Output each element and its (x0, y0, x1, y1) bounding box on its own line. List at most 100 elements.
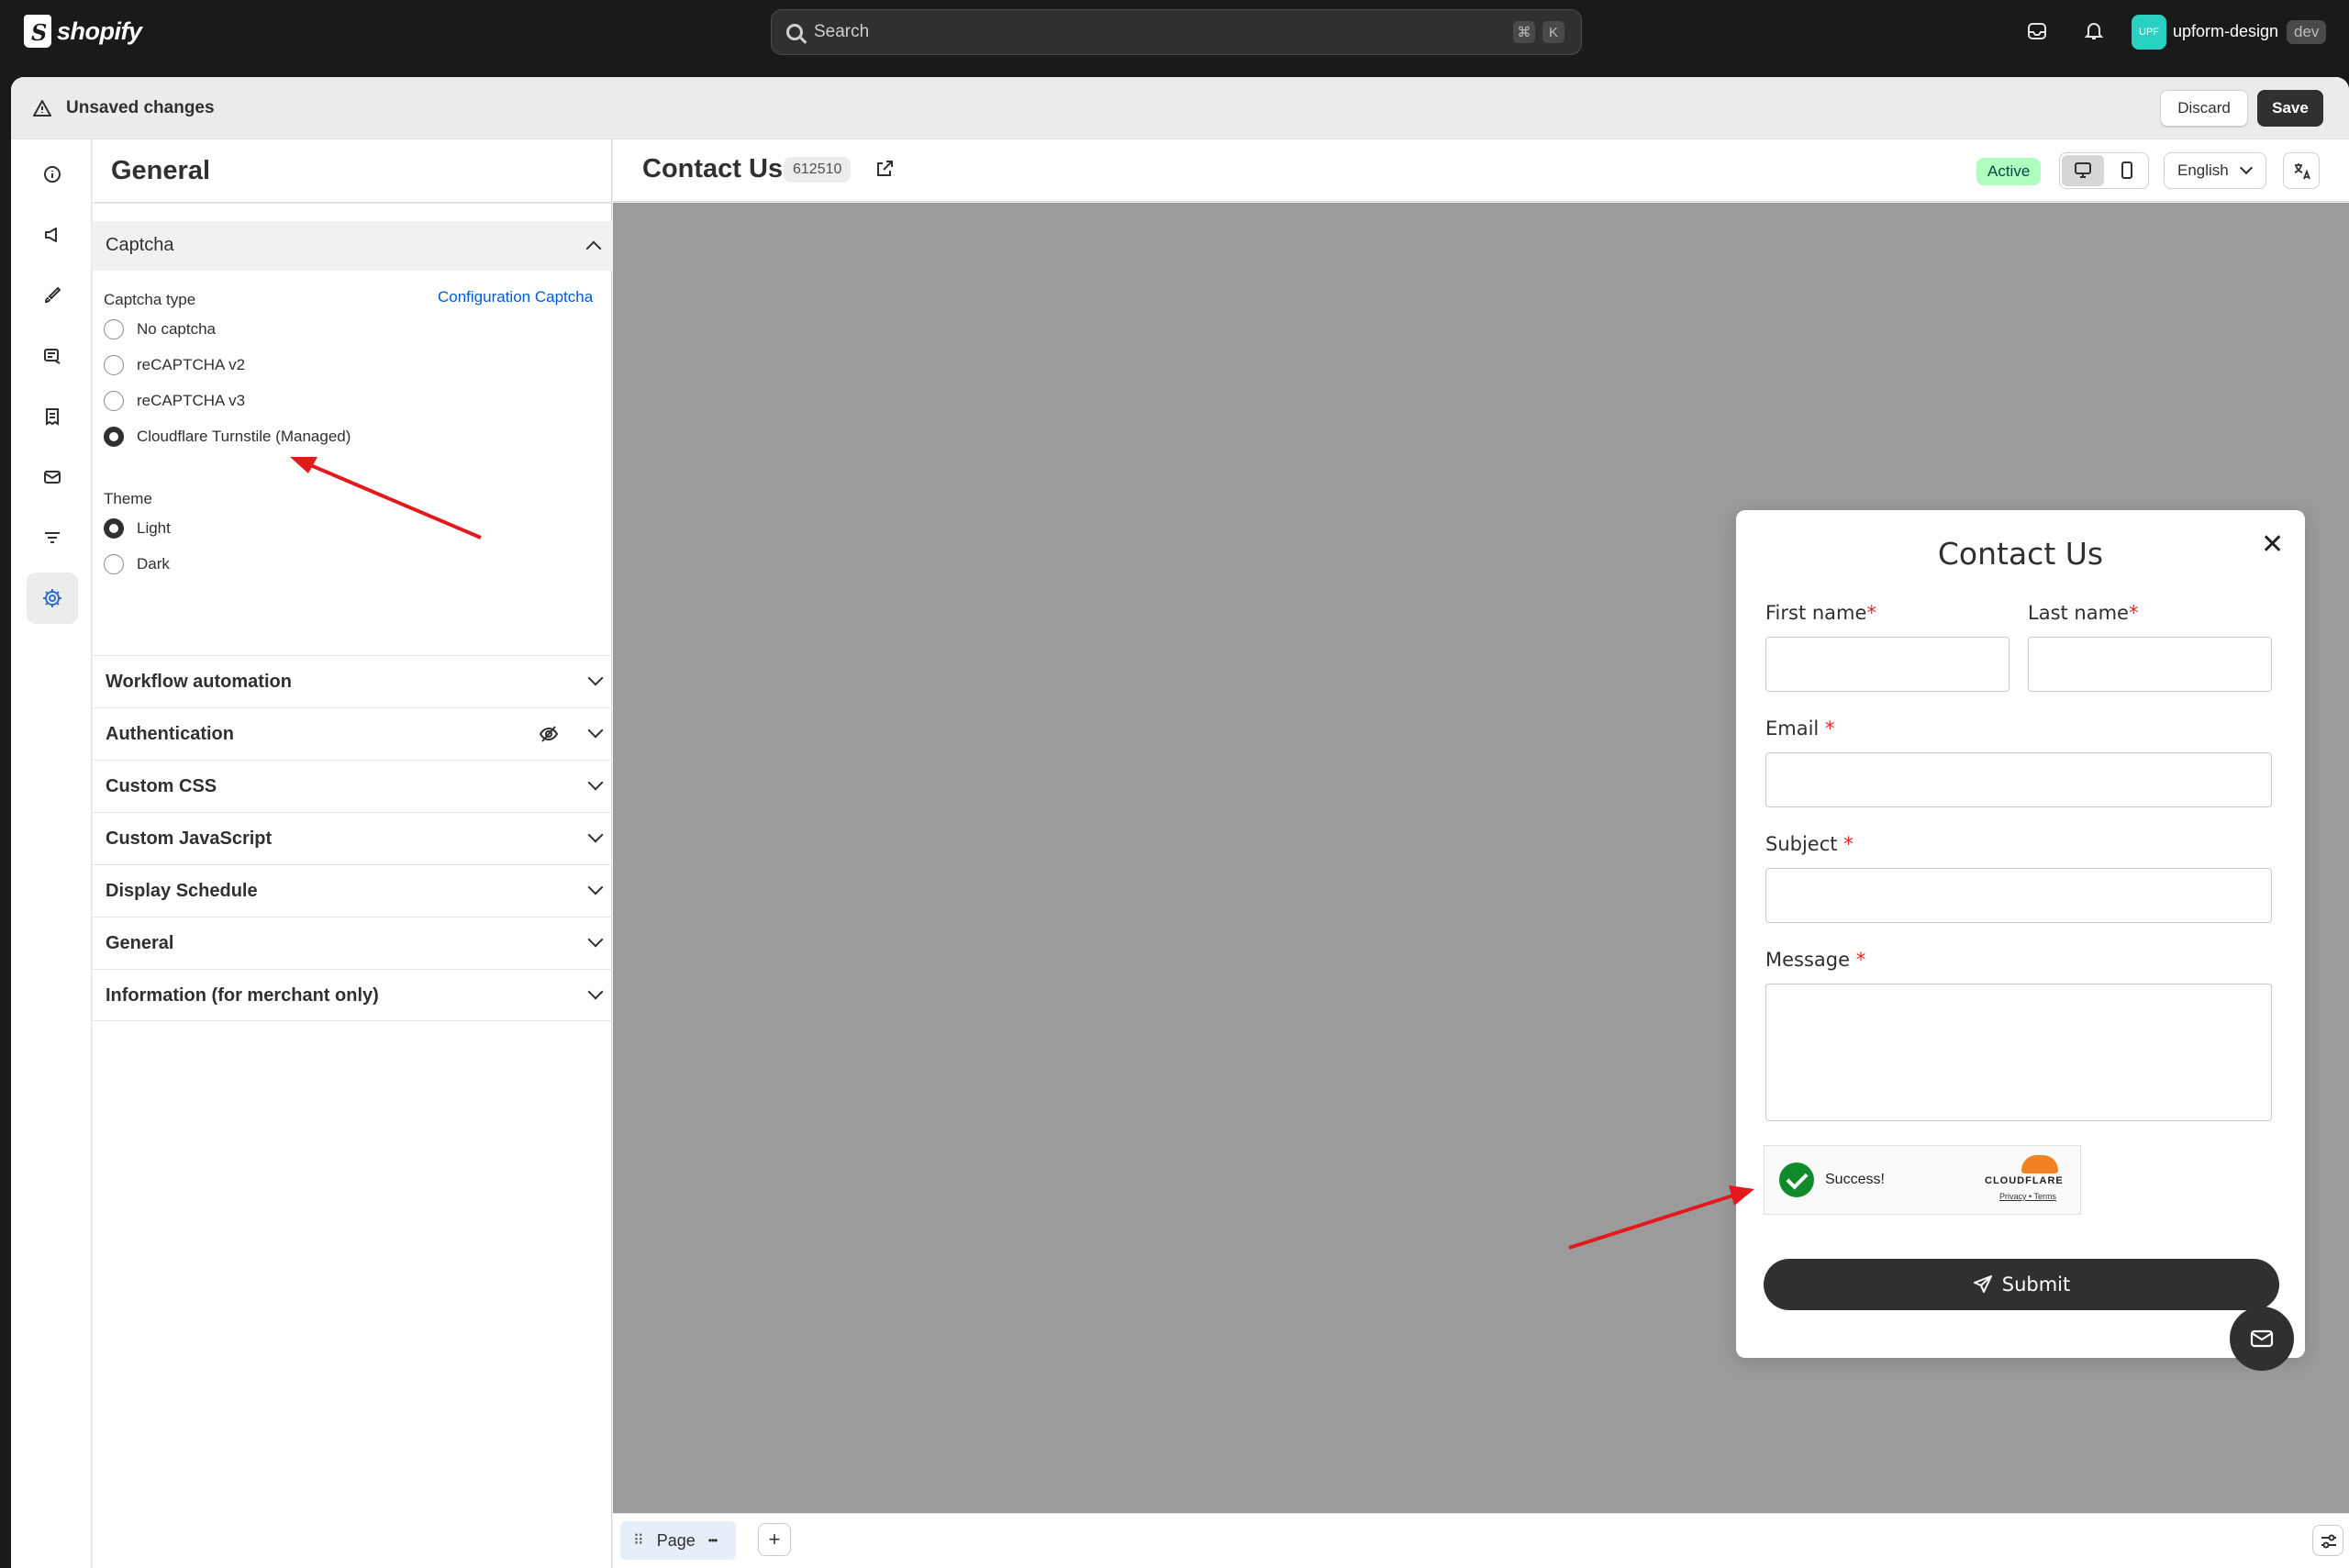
drag-handle-icon[interactable]: ⠿ (633, 1531, 644, 1550)
floating-mail-button[interactable] (2230, 1307, 2294, 1371)
cloudflare-turnstile-widget[interactable]: Success! CLOUDFLARE Privacy • Terms (1764, 1145, 2081, 1215)
radio-button[interactable] (104, 319, 124, 339)
language-value: English (2177, 161, 2229, 179)
captcha-section-header[interactable]: Captcha (93, 221, 612, 271)
desktop-view-button[interactable] (2062, 155, 2104, 186)
radio-label: reCAPTCHA v2 (137, 356, 246, 373)
more-icon[interactable]: ••• (708, 1534, 718, 1547)
panel-divider (93, 202, 612, 204)
mail-icon[interactable] (27, 451, 78, 503)
settings-panel: General Captcha Captcha type Configurati… (93, 139, 612, 1568)
message-label: Message * (1765, 949, 1866, 971)
section-label: Authentication (106, 724, 234, 744)
radio-button[interactable] (104, 554, 124, 574)
inbox-icon[interactable] (2024, 18, 2050, 44)
save-button[interactable]: Save (2257, 90, 2323, 127)
shopify-logo[interactable]: shopify (24, 15, 142, 48)
top-bar: shopify Search ⌘ K UPF upform-design dev (0, 0, 2349, 66)
chevron-down-icon (587, 879, 604, 895)
success-check-icon (1779, 1162, 1814, 1197)
section-workflow-automation[interactable]: Workflow automation (93, 655, 612, 707)
radio-recaptcha-v2[interactable]: reCAPTCHA v2 (104, 355, 245, 375)
chevron-down-icon (587, 722, 604, 739)
section-label: Custom CSS (106, 776, 217, 796)
radio-cloudflare-turnstile[interactable]: Cloudflare Turnstile (Managed) (104, 427, 351, 447)
radio-recaptcha-v3[interactable]: reCAPTCHA v3 (104, 391, 245, 411)
section-information[interactable]: Information (for merchant only) (93, 969, 612, 1021)
section-label: Display Schedule (106, 881, 258, 901)
radio-theme-light[interactable]: Light (104, 518, 171, 539)
submit-button[interactable]: Submit (1764, 1259, 2279, 1310)
shopify-bag-icon (24, 15, 51, 48)
shortcut-cmd: ⌘ (1513, 21, 1535, 43)
section-authentication[interactable]: Authentication (93, 707, 612, 760)
turnstile-links[interactable]: Privacy • Terms (1999, 1192, 2056, 1201)
add-page-button[interactable]: + (758, 1523, 791, 1556)
mobile-icon (2121, 161, 2132, 179)
layers-icon[interactable] (27, 330, 78, 382)
chevron-down-icon (2239, 161, 2254, 175)
device-toggle (2059, 152, 2149, 189)
chevron-down-icon (587, 774, 604, 791)
logo-text: shopify (57, 17, 142, 45)
eye-off-icon[interactable] (539, 724, 559, 744)
language-select[interactable]: English (2164, 152, 2266, 189)
envelope-icon (2250, 1329, 2274, 1348)
email-input[interactable] (1765, 752, 2272, 807)
filter-icon[interactable] (27, 512, 78, 563)
external-link-icon[interactable] (874, 158, 896, 180)
radio-label: reCAPTCHA v3 (137, 392, 246, 409)
brush-icon[interactable] (27, 270, 78, 321)
section-display-schedule[interactable]: Display Schedule (93, 864, 612, 917)
email-label: Email * (1765, 717, 1835, 740)
gear-icon[interactable] (27, 573, 78, 624)
captcha-type-label: Captcha type (104, 291, 196, 308)
chevron-up-icon (585, 240, 602, 257)
contact-form-modal: Contact Us ✕ First name* Last name* Emai… (1736, 510, 2305, 1358)
search-placeholder: Search (814, 22, 870, 41)
adjustments-button[interactable] (2312, 1525, 2343, 1556)
close-icon[interactable]: ✕ (2261, 528, 2284, 561)
captcha-section-title: Captcha (106, 235, 174, 255)
translate-button[interactable] (2283, 152, 2320, 189)
first-name-input[interactable] (1765, 637, 2009, 692)
radio-button[interactable] (104, 355, 124, 375)
preview-header: Contact Us 612510 Active English (613, 139, 2349, 202)
cloudflare-logo-icon (2021, 1155, 2058, 1173)
page-tab[interactable]: ⠿ Page ••• (620, 1521, 736, 1560)
radio-button-selected[interactable] (104, 427, 124, 447)
mobile-view-button[interactable] (2106, 155, 2148, 186)
radio-button[interactable] (104, 391, 124, 411)
megaphone-icon[interactable] (27, 209, 78, 261)
radio-label: Cloudflare Turnstile (Managed) (137, 428, 351, 445)
last-name-input[interactable] (2028, 637, 2272, 692)
radio-label: Light (137, 519, 171, 537)
discard-button[interactable]: Discard (2160, 90, 2248, 127)
store-avatar[interactable]: UPF (2132, 15, 2166, 50)
section-label: Custom JavaScript (106, 828, 273, 849)
search-bar[interactable]: Search ⌘ K (771, 9, 1582, 55)
first-name-label: First name* (1765, 602, 1876, 624)
desktop-icon (2075, 162, 2091, 178)
radio-button-selected[interactable] (104, 518, 124, 539)
message-textarea[interactable] (1765, 984, 2272, 1121)
panel-title: General (111, 156, 210, 185)
info-icon[interactable] (27, 149, 78, 200)
radio-theme-dark[interactable]: Dark (104, 554, 170, 574)
receipt-icon[interactable] (27, 391, 78, 442)
contextual-save-bar: Unsaved changes Discard Save (11, 77, 2349, 139)
subject-input[interactable] (1765, 868, 2272, 923)
section-general[interactable]: General (93, 917, 612, 969)
section-custom-javascript[interactable]: Custom JavaScript (93, 812, 612, 864)
store-name[interactable]: upform-design (2173, 22, 2278, 41)
configuration-captcha-link[interactable]: Configuration Captcha (438, 288, 593, 306)
section-custom-css[interactable]: Custom CSS (93, 760, 612, 812)
unsaved-changes-text: Unsaved changes (66, 98, 215, 117)
chevron-down-icon (587, 984, 604, 1000)
status-badge: Active (1976, 158, 2042, 185)
radio-no-captcha[interactable]: No captcha (104, 319, 216, 339)
page-tab-label: Page (656, 1530, 696, 1550)
chevron-down-icon (587, 931, 604, 948)
theme-label: Theme (104, 490, 152, 507)
bell-icon[interactable] (2081, 18, 2107, 44)
